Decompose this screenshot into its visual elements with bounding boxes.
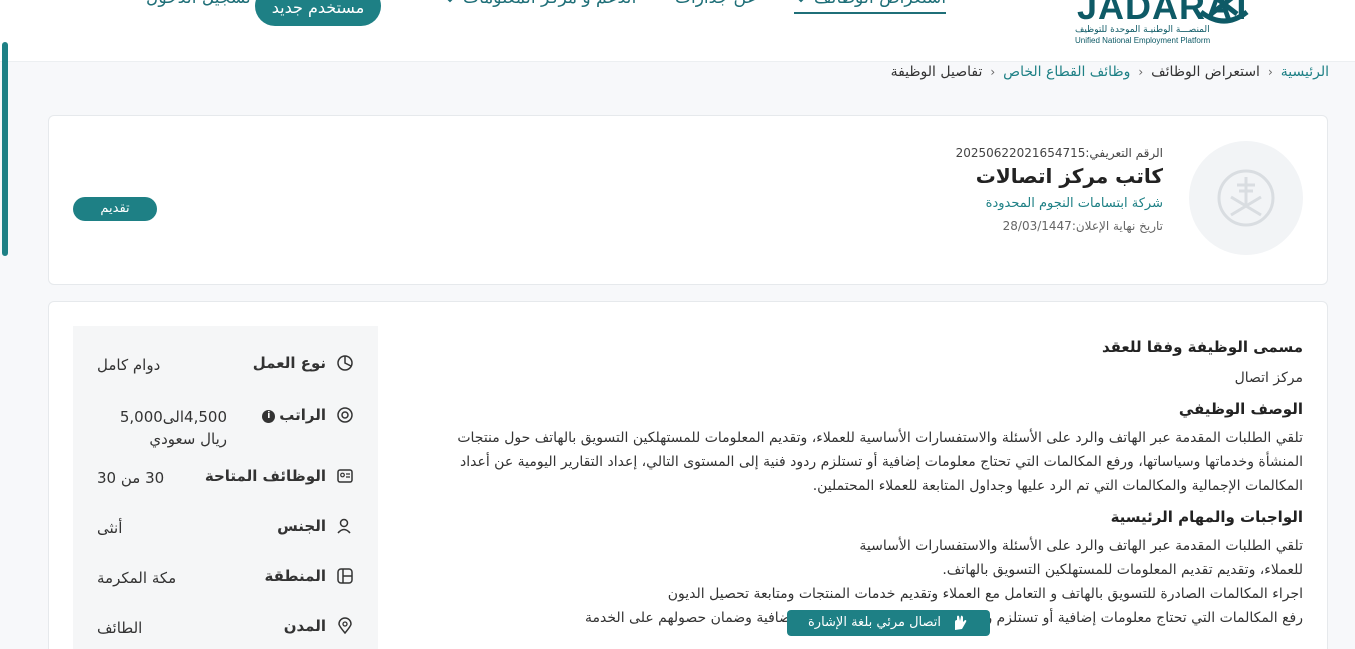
job-summary-panel: نوع العمل دوام كامل الراتبi 4,500الى5,00… [73, 326, 378, 649]
breadcrumb-home[interactable]: الرئيسية [1281, 64, 1329, 80]
map-icon [337, 568, 353, 584]
summary-label: نوع العمل [252, 354, 326, 372]
sign-language-label: اتصال مرئي بلغة الإشارة [807, 615, 942, 630]
person-icon [337, 518, 351, 534]
summary-label: المنطقة [264, 567, 326, 585]
summary-value: 30 من 30 [97, 469, 165, 487]
company-name-link[interactable]: شركة ابتسامات النجوم المحدودة [956, 196, 1163, 211]
summary-label: المدن [283, 617, 326, 635]
nav-support-label: الدعم و مركز المعلومات [463, 0, 636, 8]
breadcrumb-separator-icon: ‹ [1138, 65, 1144, 79]
summary-gender: الجنس أنثى [73, 513, 378, 563]
company-logo-placeholder [1189, 141, 1303, 255]
summary-salary: الراتبi 4,500الى5,000 ريال سعودي [73, 402, 378, 452]
breadcrumb-private-sector[interactable]: وظائف القطاع الخاص [1003, 64, 1130, 80]
login-link[interactable]: تسجيل الدخول [146, 0, 251, 8]
nav-browse-jobs-label: استعراض الوظائف [814, 0, 946, 8]
breadcrumb-separator-icon: ‹ [1267, 65, 1273, 79]
breadcrumb-current: تفاصيل الوظيفة [890, 64, 983, 80]
job-details-card: نوع العمل دوام كامل الراتبi 4,500الى5,00… [48, 301, 1328, 649]
job-header-card: الرقم التعريفي:20250622021654715 كاتب مر… [48, 115, 1328, 285]
chevron-down-icon [798, 0, 804, 3]
nav-support[interactable]: الدعم و مركز المعلومات [443, 0, 636, 8]
logo-subtitle-arabic: المنصـــة الوطنيـة الموحدة للتوظيف [1075, 25, 1210, 35]
scrollbar-thumb[interactable] [2, 42, 8, 256]
logo-subtitle-english: Unified National Employment Platform [1075, 36, 1211, 45]
breadcrumb-browse-jobs[interactable]: استعراض الوظائف [1151, 64, 1260, 80]
description-heading: الوصف الوظيفي [1178, 400, 1303, 418]
job-title: كاتب مركز اتصالات [975, 164, 1163, 188]
breadcrumb-separator-icon: ‹ [990, 65, 996, 79]
summary-vacancies: الوظائف المتاحة 30 من 30 [73, 463, 378, 513]
location-pin-icon [338, 617, 352, 635]
summary-value: 4,500الى5,000 ريال سعودي [119, 408, 227, 448]
summary-label: الجنس [277, 517, 326, 535]
summary-value: مكة المكرمة [97, 569, 177, 587]
breadcrumb: الرئيسية ‹ استعراض الوظائف ‹ وظائف القطا… [891, 64, 1329, 80]
sign-language-call-button[interactable]: اتصال مرئي بلغة الإشارة [787, 610, 990, 636]
info-icon[interactable]: i [262, 410, 276, 423]
nav-browse-jobs[interactable]: استعراض الوظائف [794, 0, 947, 14]
id-card-icon [337, 469, 353, 483]
job-info: الرقم التعريفي:20250622021654715 كاتب مر… [956, 146, 1163, 233]
salary-icon [337, 407, 353, 423]
jadarat-logo[interactable]: JADARAT المنصـــة الوطنيـة الموحدة للتوظ… [1065, 0, 1255, 60]
top-navigation-bar: JADARAT المنصـــة الوطنيـة الموحدة للتوظ… [0, 0, 1355, 62]
sign-language-hand-icon [955, 615, 967, 630]
job-deadline: تاريخ نهاية الإعلان:28/03/1447 [1002, 219, 1163, 233]
saudi-emblem-icon [1217, 169, 1275, 227]
summary-value: دوام كامل [97, 356, 161, 374]
logo-emblem-icon [1199, 0, 1249, 24]
pie-chart-icon [337, 355, 353, 371]
summary-work-type: نوع العمل دوام كامل [73, 350, 378, 400]
summary-region: المنطقة مكة المكرمة [73, 563, 378, 613]
description-text: تلقي الطلبات المقدمة عبر الهاتف والرد عل… [457, 430, 1303, 494]
duties-item: تلقي الطلبات المقدمة عبر الهاتف والرد عل… [859, 538, 1303, 578]
duties-heading: الواجبات والمهام الرئيسية [1110, 508, 1303, 526]
summary-value: أنثى [97, 519, 123, 537]
job-description-content: مسمى الوظيفة وفقا للعقد مركز اتصال الوصف… [423, 336, 1303, 630]
summary-label: الوظائف المتاحة [204, 467, 326, 485]
summary-cities: المدن الطائف [73, 613, 378, 649]
new-user-button[interactable]: مستخدم جديد [255, 0, 381, 26]
salary-label: الراتب [279, 406, 326, 424]
chevron-down-icon [447, 0, 453, 3]
apply-button[interactable]: تقديم [73, 197, 157, 221]
job-reference-number: الرقم التعريفي:20250622021654715 [955, 146, 1163, 160]
summary-value: الطائف [97, 619, 143, 637]
nav-about[interactable]: عن جدارات [675, 0, 757, 8]
duties-item: اجراء المكالمات الصادرة للتسويق بالهاتف … [667, 586, 1303, 602]
contract-title-heading: مسمى الوظيفة وفقا للعقد [1101, 338, 1303, 356]
contract-title-value: مركز اتصال [1234, 370, 1303, 386]
summary-label: الراتبi [262, 406, 326, 424]
nav-about-label: عن جدارات [675, 0, 757, 8]
